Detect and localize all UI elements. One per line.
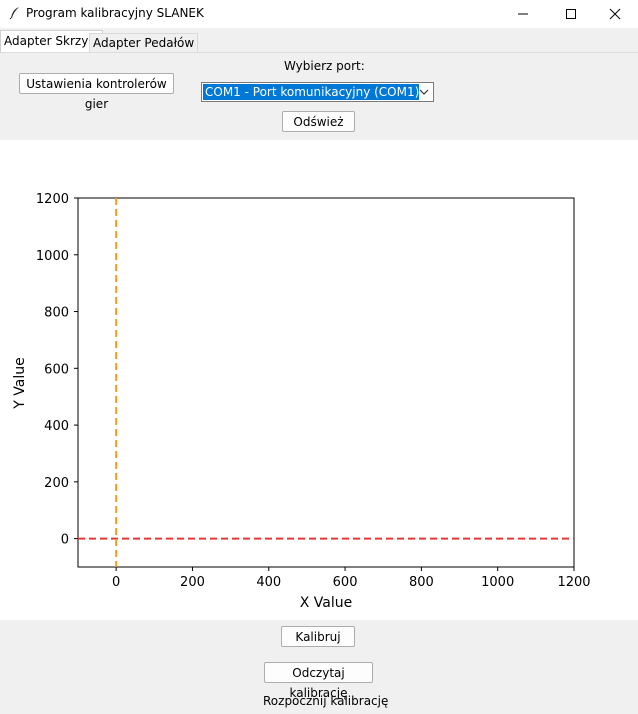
- maximize-button[interactable]: [548, 0, 594, 28]
- minimize-icon: [518, 13, 528, 15]
- maximize-icon: [566, 9, 576, 19]
- plot-frame: [77, 197, 575, 568]
- feather-icon: [9, 7, 19, 20]
- minimize-button[interactable]: [500, 0, 546, 28]
- calibration-chart: 0 200 400 600 800 1000 1200 0 200 400 600 800 1000 12…: [12, 192, 591, 611]
- x-tick-label: 600: [333, 575, 358, 590]
- y-tick-label: 1200: [36, 192, 69, 207]
- game-controllers-button[interactable]: Ustawienia kontrolerów gier: [19, 73, 174, 111]
- plot-area: 0 200 400 600 800 1000 1200 0 200 400 600 800 1000 12…: [0, 140, 638, 620]
- port-select-value: COM1 - Port komunikacyjny (COM1): [203, 84, 420, 100]
- y-tick-label: 400: [44, 419, 69, 434]
- close-button[interactable]: [592, 0, 638, 28]
- tab-bar: Adapter Skrzyni Adapter Pedałów: [0, 30, 638, 52]
- x-tick-label: 400: [256, 575, 281, 590]
- x-tick-label: 200: [180, 575, 205, 590]
- tab-adapter-pedalow[interactable]: Adapter Pedałów: [89, 33, 199, 52]
- x-tick-label: 1200: [557, 575, 590, 590]
- x-tick-label: 1000: [481, 575, 514, 590]
- x-tick-label: 0: [112, 575, 120, 590]
- close-icon: [609, 8, 621, 20]
- x-tick-label: 800: [409, 575, 434, 590]
- y-tick-label: 200: [44, 476, 69, 491]
- y-tick-label: 800: [44, 306, 69, 321]
- y-tick-label: 600: [44, 362, 69, 377]
- port-select[interactable]: COM1 - Port komunikacyjny (COM1): [201, 82, 434, 102]
- refresh-button[interactable]: Odśwież: [282, 111, 355, 132]
- y-tick-label: 0: [61, 533, 69, 548]
- y-axis-label: Y Value: [12, 357, 28, 409]
- status-text: Rozpocznij kalibrację: [263, 694, 389, 708]
- y-tick-label: 1000: [36, 249, 69, 264]
- tab-adapter-skrzyni[interactable]: Adapter Skrzyni: [0, 30, 104, 52]
- title-bar: Program kalibracyjny SLANEK: [0, 0, 638, 28]
- x-axis-label: X Value: [300, 595, 353, 611]
- read-calibration-button[interactable]: Odczytaj kalibrację: [264, 662, 373, 700]
- port-label: Wybierz port:: [284, 59, 365, 73]
- chevron-down-icon: [419, 89, 429, 95]
- calibrate-button[interactable]: Kalibruj: [281, 626, 355, 647]
- window-title: Program kalibracyjny SLANEK: [26, 6, 204, 20]
